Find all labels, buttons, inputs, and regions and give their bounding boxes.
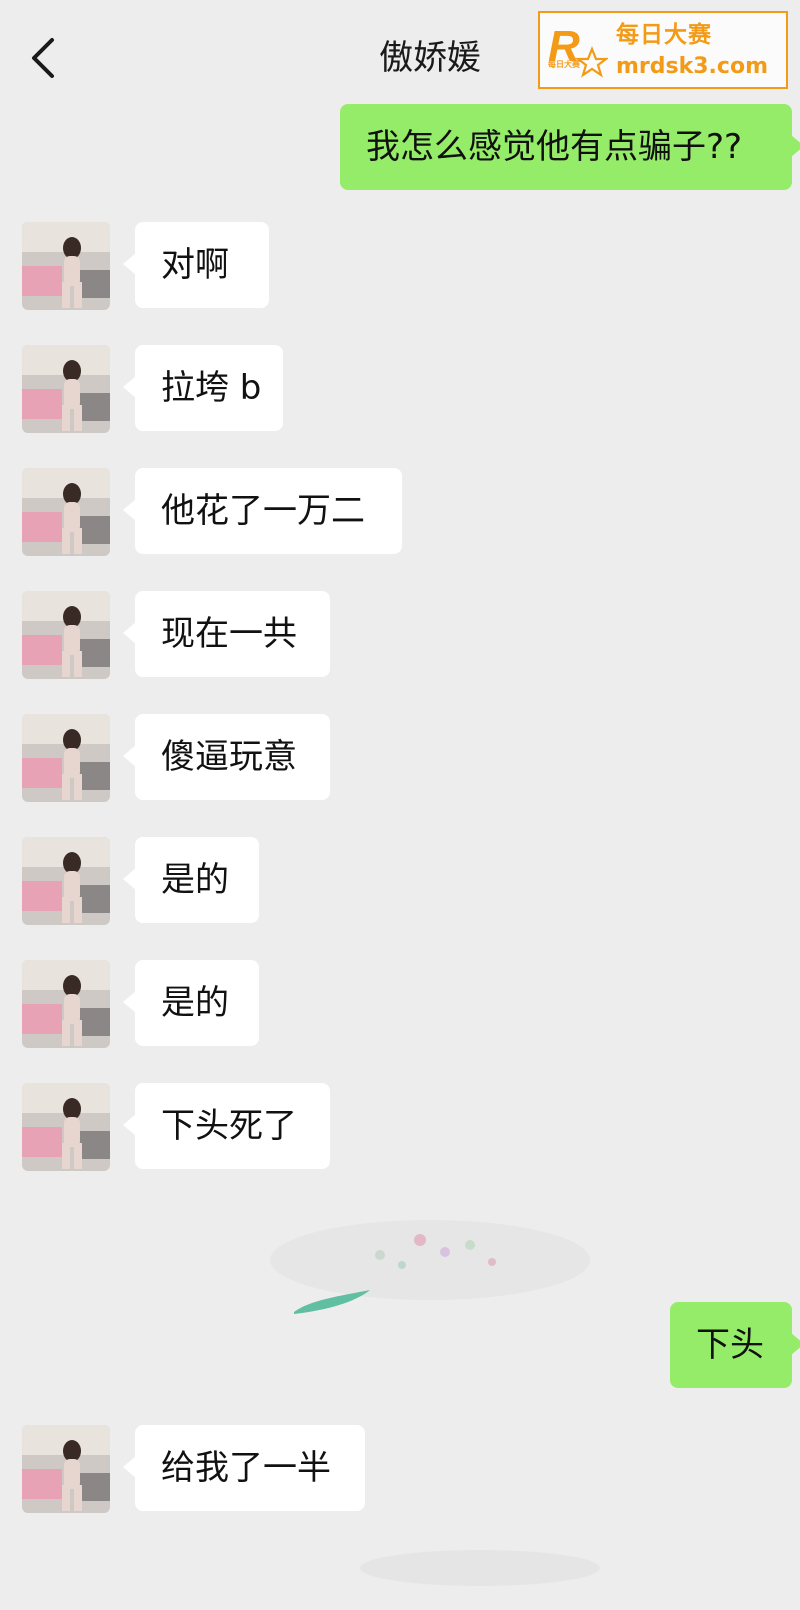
incoming-message-bubble[interactable]: 是的 xyxy=(123,960,259,1046)
incoming-message-bubble[interactable]: 是的 xyxy=(123,837,259,923)
avatar-photo xyxy=(22,837,110,925)
avatar[interactable] xyxy=(22,222,110,310)
watermark-url: mrdsk3.com xyxy=(616,54,768,79)
avatar-photo xyxy=(22,960,110,1048)
avatar[interactable] xyxy=(22,960,110,1048)
avatar-photo xyxy=(22,468,110,556)
avatar-photo xyxy=(22,1425,110,1513)
avatar-photo xyxy=(22,222,110,310)
avatar-photo xyxy=(22,591,110,679)
avatar[interactable] xyxy=(22,345,110,433)
chat-header: 傲娇媛 R 每日大赛 每日大赛 mrdsk3.com xyxy=(0,0,800,104)
watermark-title: 每日大赛 xyxy=(616,22,712,48)
avatar[interactable] xyxy=(22,468,110,556)
blurred-sticker xyxy=(270,1220,590,1314)
watermark-logo: R 每日大赛 每日大赛 mrdsk3.com xyxy=(538,11,788,89)
avatar[interactable] xyxy=(22,591,110,679)
outgoing-message-bubble[interactable]: 下头 xyxy=(670,1302,800,1388)
avatar-photo xyxy=(22,345,110,433)
logo-sub-text: 每日大赛 xyxy=(548,60,580,69)
avatar[interactable] xyxy=(22,1425,110,1513)
blurred-bottom-content xyxy=(360,1550,600,1586)
incoming-message-bubble[interactable]: 对啊 xyxy=(123,222,269,308)
avatar-photo xyxy=(22,1083,110,1171)
avatar-photo xyxy=(22,714,110,802)
incoming-message-bubble[interactable]: 给我了一半 xyxy=(123,1425,365,1511)
avatar[interactable] xyxy=(22,837,110,925)
avatar[interactable] xyxy=(22,714,110,802)
incoming-message-bubble[interactable]: 傻逼玩意 xyxy=(123,714,330,800)
incoming-message-bubble[interactable]: 拉垮 b xyxy=(123,345,283,431)
incoming-message-bubble[interactable]: 现在一共 xyxy=(123,591,330,677)
avatar[interactable] xyxy=(22,1083,110,1171)
incoming-message-bubble[interactable]: 他花了一万二 xyxy=(123,468,402,554)
outgoing-message-bubble[interactable]: 我怎么感觉他有点骗子?? xyxy=(340,104,800,190)
logo-r-star-icon: R xyxy=(548,22,608,78)
incoming-message-bubble[interactable]: 下头死了 xyxy=(123,1083,330,1169)
